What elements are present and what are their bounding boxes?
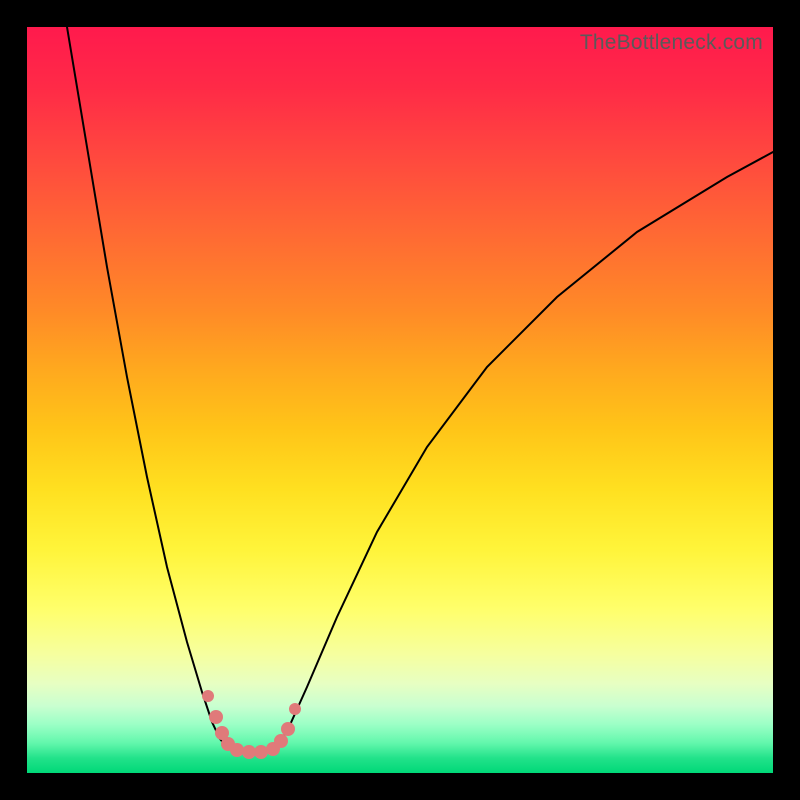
marker-dot [274, 734, 288, 748]
marker-dot [254, 745, 268, 759]
marker-dot [230, 743, 244, 757]
marker-dot [242, 745, 256, 759]
curve-layer [27, 27, 773, 773]
marker-dot [289, 703, 301, 715]
marker-dot [202, 690, 214, 702]
left-branch-path [67, 27, 227, 747]
marker-dot [209, 710, 223, 724]
series-right [277, 152, 773, 747]
chart-frame: TheBottleneck.com [0, 0, 800, 800]
right-branch-path [277, 152, 773, 747]
plot-area: TheBottleneck.com [27, 27, 773, 773]
highlight-dots [202, 690, 301, 759]
marker-dot [281, 722, 295, 736]
series-left [67, 27, 227, 747]
